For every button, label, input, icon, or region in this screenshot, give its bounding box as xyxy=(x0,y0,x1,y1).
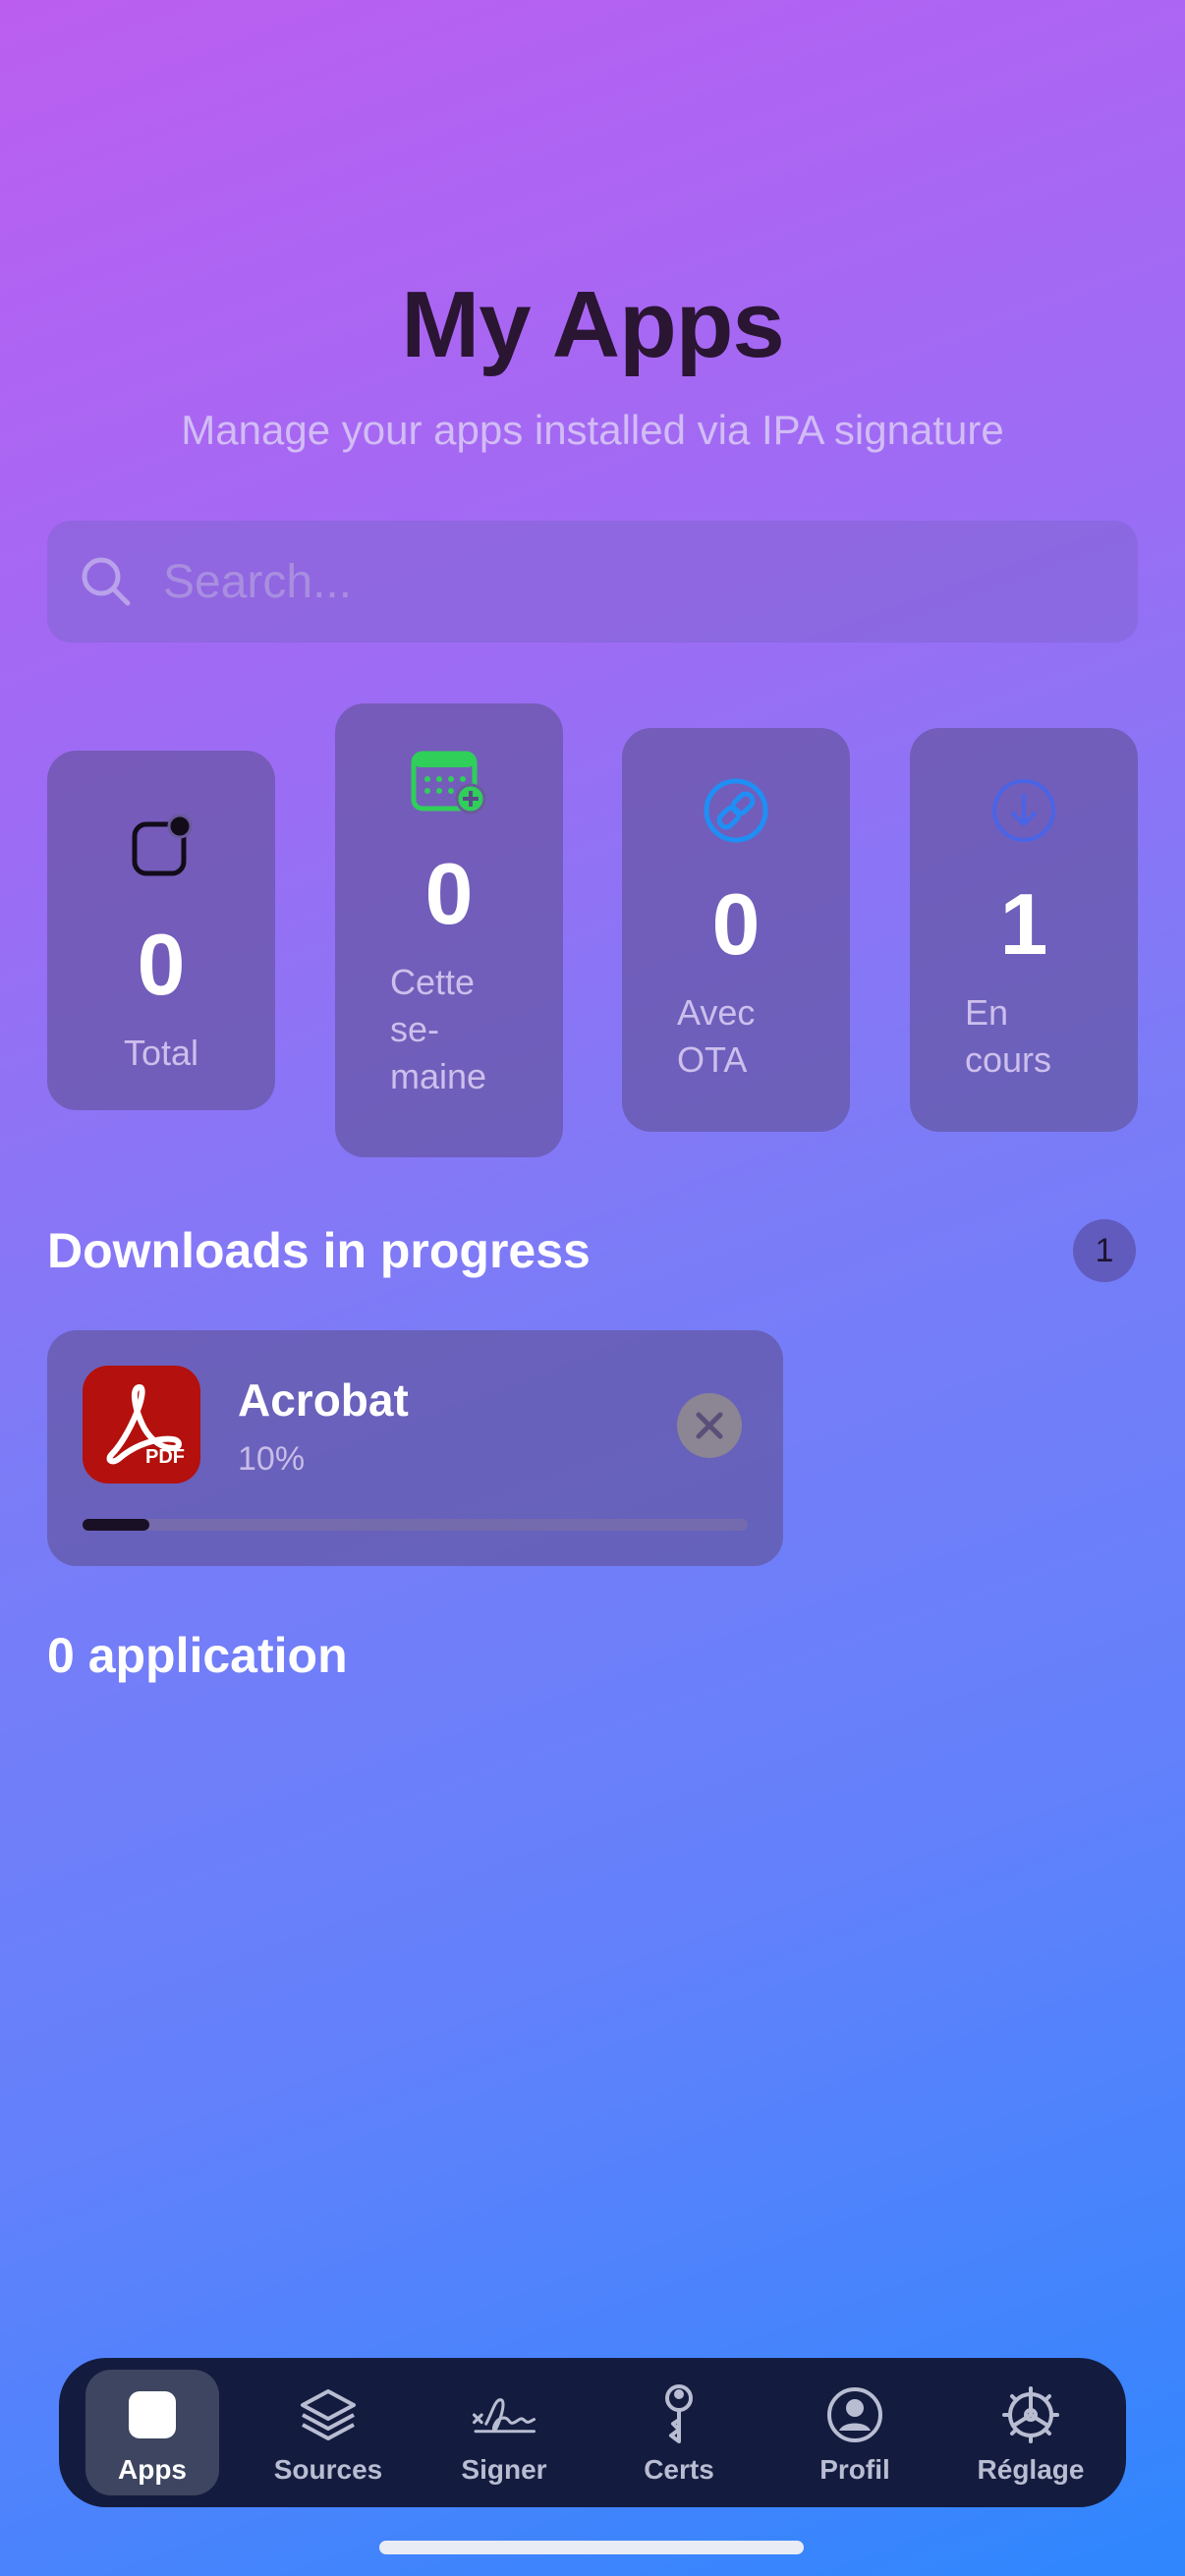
acrobat-pdf-icon: PDF xyxy=(83,1366,200,1484)
stat-label: Total xyxy=(123,1033,199,1073)
stat-label: Avec OTA xyxy=(677,992,756,1080)
stat-card-total[interactable]: 0 Total xyxy=(47,751,275,1110)
stat-label: En cours xyxy=(965,992,1052,1080)
link-circle-icon xyxy=(697,771,775,850)
tab-label: Réglage xyxy=(977,2454,1085,2485)
tab-label: Signer xyxy=(461,2454,547,2485)
home-indicator xyxy=(379,2541,804,2554)
tab-reglage[interactable]: Réglage xyxy=(964,2370,1098,2495)
layers-icon xyxy=(297,2383,360,2446)
page-title: My Apps xyxy=(401,272,784,377)
search-bar[interactable]: Search... xyxy=(47,521,1138,643)
tab-profil[interactable]: Profil xyxy=(788,2370,922,2495)
tab-certs[interactable]: Certs xyxy=(612,2370,746,2495)
tab-label: Apps xyxy=(118,2454,187,2485)
tab-bar: Apps Sources Signer Certs Profil Réglage xyxy=(59,2358,1126,2507)
signature-icon xyxy=(473,2383,536,2446)
tab-label: Profil xyxy=(819,2454,890,2485)
download-app-name: Acrobat xyxy=(238,1374,409,1426)
download-progress-fill xyxy=(83,1519,149,1531)
download-progress-bar xyxy=(83,1519,748,1531)
page-subtitle: Manage your apps installed via IPA signa… xyxy=(181,407,1004,453)
close-icon xyxy=(696,1412,723,1439)
download-circle-icon xyxy=(985,771,1063,850)
cancel-download-button[interactable] xyxy=(677,1393,742,1458)
download-item[interactable]: PDF Acrobat 10% xyxy=(47,1330,783,1566)
stat-value: 1 xyxy=(999,875,1048,973)
app-square-icon xyxy=(121,2383,184,2446)
downloads-count-badge: 1 xyxy=(1073,1219,1136,1282)
search-input[interactable]: Search... xyxy=(163,555,352,609)
stat-value: 0 xyxy=(711,875,761,973)
stat-value: 0 xyxy=(424,845,474,942)
stat-card-in-progress[interactable]: 1 En cours xyxy=(910,728,1138,1132)
stat-value: 0 xyxy=(137,916,186,1013)
stat-card-ota[interactable]: 0 Avec OTA xyxy=(622,728,850,1132)
tab-apps[interactable]: Apps xyxy=(85,2370,219,2495)
app-badge-icon xyxy=(122,808,200,886)
calendar-plus-icon xyxy=(410,743,488,821)
downloads-section-title: Downloads in progress xyxy=(47,1223,591,1278)
applications-section-title: 0 application xyxy=(47,1628,348,1683)
stat-card-this-week[interactable]: 0 Cette se- maine xyxy=(335,703,563,1157)
tab-signer[interactable]: Signer xyxy=(437,2370,571,2495)
search-icon xyxy=(82,557,131,606)
tab-label: Certs xyxy=(644,2454,714,2485)
acrobat-icon-label: PDF xyxy=(145,1446,185,1468)
stat-label: Cette se- maine xyxy=(390,962,487,1096)
tab-sources[interactable]: Sources xyxy=(261,2370,395,2495)
gear-icon xyxy=(999,2383,1062,2446)
download-percent: 10% xyxy=(238,1440,306,1478)
tab-label: Sources xyxy=(273,2454,383,2485)
key-icon xyxy=(648,2383,710,2446)
person-circle-icon xyxy=(823,2383,886,2446)
